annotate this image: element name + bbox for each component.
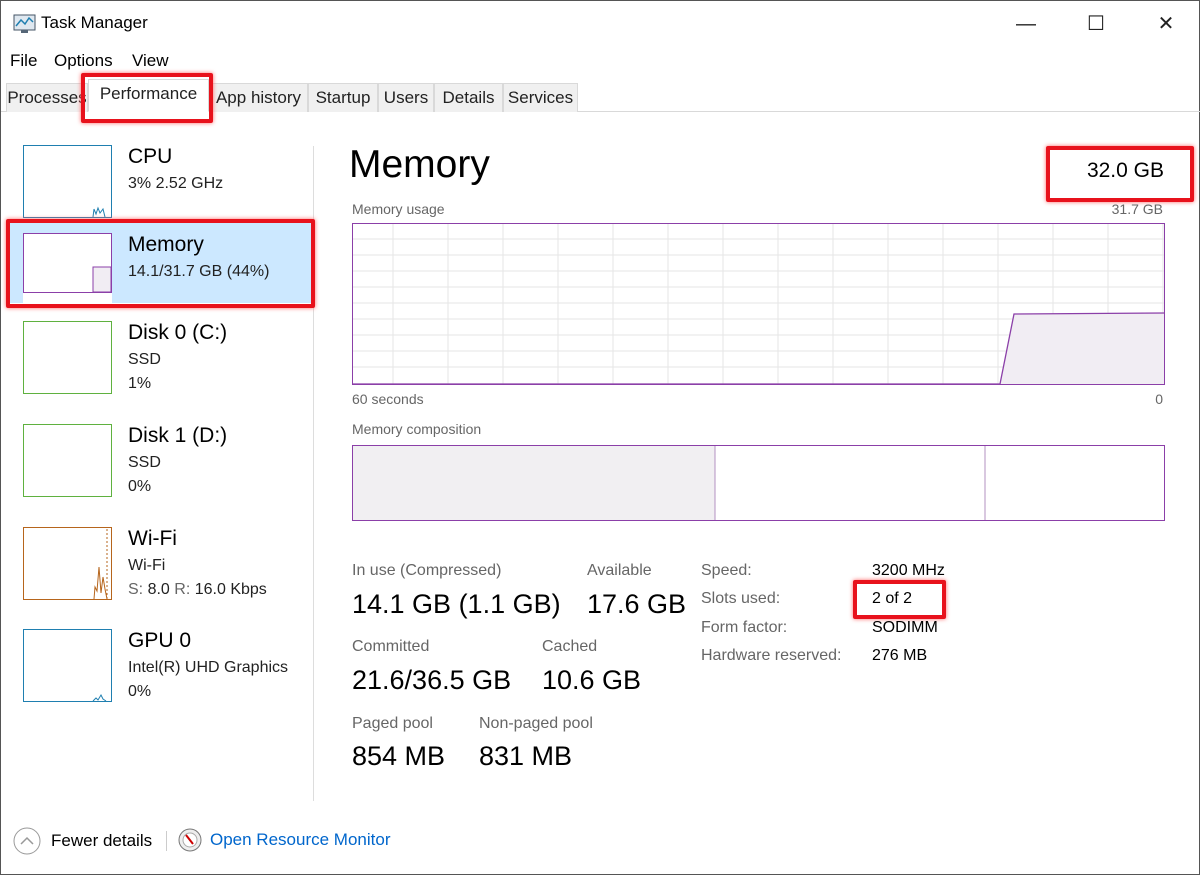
memory-composition-bar bbox=[352, 445, 1165, 521]
window-title: Task Manager bbox=[41, 13, 148, 32]
gpu-thumbnail bbox=[23, 629, 112, 702]
open-resource-monitor-link[interactable]: Open Resource Monitor bbox=[178, 828, 390, 852]
fewer-details-label: Fewer details bbox=[51, 831, 153, 850]
cached-value: 10.6 GB bbox=[542, 665, 642, 695]
memory-usage-max: 31.7 GB bbox=[1111, 201, 1163, 217]
tab-startup[interactable]: Startup bbox=[308, 83, 378, 112]
available-label: Available bbox=[587, 562, 652, 579]
form-factor-value: SODIMM bbox=[872, 619, 938, 636]
open-resource-monitor-label: Open Resource Monitor bbox=[210, 830, 391, 849]
sidebar-item-cpu[interactable]: CPU 3% 2.52 GHz bbox=[1, 141, 311, 218]
speed-value: 3200 MHz bbox=[872, 562, 945, 579]
gpu-label: GPU 0 bbox=[128, 629, 192, 652]
disk1-type: SSD bbox=[128, 454, 161, 471]
nonpaged-pool-label: Non-paged pool bbox=[479, 715, 593, 732]
disk0-type: SSD bbox=[128, 351, 161, 368]
highlight-box bbox=[1046, 146, 1194, 202]
in-use-segment bbox=[353, 446, 715, 520]
cpu-usage: 3% 2.52 GHz bbox=[128, 175, 224, 192]
committed-label: Committed bbox=[352, 638, 430, 655]
tab-users[interactable]: Users bbox=[378, 83, 434, 112]
memory-usage-label: Memory usage bbox=[352, 201, 445, 217]
cpu-label: CPU bbox=[128, 145, 173, 168]
gpu-usage: 0% bbox=[128, 683, 152, 700]
menu-options[interactable]: Options bbox=[54, 51, 113, 71]
time-axis-start: 60 seconds bbox=[352, 391, 424, 407]
cached-label: Cached bbox=[542, 638, 598, 655]
disk0-thumbnail bbox=[23, 321, 112, 394]
page-title: Memory bbox=[349, 143, 490, 186]
cpu-thumbnail bbox=[23, 145, 112, 218]
chevron-up-icon bbox=[13, 827, 41, 855]
paged-pool-label: Paged pool bbox=[352, 715, 433, 732]
disk1-label: Disk 1 (D:) bbox=[128, 424, 228, 447]
hardware-reserved-label: Hardware reserved: bbox=[701, 647, 842, 664]
menu-view[interactable]: View bbox=[132, 51, 169, 71]
in-use-label: In use (Compressed) bbox=[352, 562, 502, 579]
memory-composition-label: Memory composition bbox=[352, 421, 482, 437]
highlight-box bbox=[853, 580, 946, 619]
wifi-label: Wi-Fi bbox=[128, 527, 177, 550]
gpu-model: Intel(R) UHD Graphics bbox=[128, 659, 289, 676]
tab-details[interactable]: Details bbox=[434, 83, 503, 112]
highlight-box bbox=[81, 73, 213, 123]
disk0-usage: 1% bbox=[128, 375, 152, 392]
menu-file[interactable]: File bbox=[10, 51, 37, 71]
close-button[interactable]: ✕ bbox=[1146, 9, 1186, 39]
tab-processes[interactable]: Processes bbox=[6, 83, 88, 112]
wifi-throughput: S: 8.0 R: 16.0 Kbps bbox=[128, 581, 267, 598]
disk1-usage: 0% bbox=[128, 478, 152, 495]
form-factor-label: Form factor: bbox=[701, 619, 788, 636]
disk1-thumbnail bbox=[23, 424, 112, 497]
maximize-button[interactable]: ☐ bbox=[1076, 9, 1116, 39]
hardware-reserved-value: 276 MB bbox=[872, 647, 928, 664]
tab-app-history[interactable]: App history bbox=[209, 83, 308, 112]
minimize-button[interactable]: — bbox=[1006, 9, 1046, 39]
sidebar-item-wifi[interactable]: Wi-Fi Wi-Fi S: 8.0 R: 16.0 Kbps bbox=[1, 525, 311, 605]
sidebar-item-gpu0[interactable]: GPU 0 Intel(R) UHD Graphics 0% bbox=[1, 627, 311, 707]
resource-monitor-icon bbox=[178, 828, 202, 852]
memory-usage-graph bbox=[352, 223, 1166, 385]
committed-value: 21.6/36.5 GB bbox=[352, 665, 512, 695]
footer-divider bbox=[166, 831, 167, 851]
sidebar-item-disk1[interactable]: Disk 1 (D:) SSD 0% bbox=[1, 422, 311, 502]
task-manager-icon bbox=[13, 14, 36, 33]
available-value: 17.6 GB bbox=[587, 589, 687, 619]
wifi-thumbnail bbox=[23, 527, 112, 600]
time-axis-end: 0 bbox=[1155, 391, 1163, 407]
disk0-label: Disk 0 (C:) bbox=[128, 321, 228, 344]
sidebar-item-disk0[interactable]: Disk 0 (C:) SSD 1% bbox=[1, 319, 311, 399]
speed-label: Speed: bbox=[701, 562, 752, 579]
fewer-details-button[interactable]: Fewer details bbox=[13, 827, 152, 855]
wifi-adapter: Wi-Fi bbox=[128, 557, 166, 574]
usage-fill bbox=[1000, 313, 1165, 384]
highlight-box bbox=[6, 219, 315, 308]
nonpaged-pool-value: 831 MB bbox=[479, 741, 573, 771]
slots-used-label: Slots used: bbox=[701, 590, 781, 607]
tab-services[interactable]: Services bbox=[503, 83, 578, 112]
in-use-value: 14.1 GB (1.1 GB) bbox=[352, 589, 561, 619]
paged-pool-value: 854 MB bbox=[352, 741, 446, 771]
